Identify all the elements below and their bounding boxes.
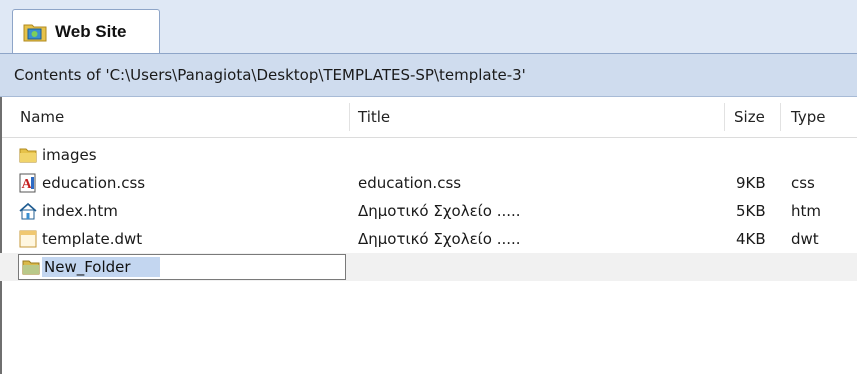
folder-path-text: Contents of 'C:\Users\Panagiota\Desktop\… [14,66,526,84]
column-header-size[interactable]: Size [734,97,765,137]
web-site-folder-icon [23,24,47,41]
file-size: 9KB [736,174,766,192]
folder-icon [22,260,40,275]
column-divider[interactable] [724,103,725,131]
file-row-template-dwt[interactable]: template.dwt Δημοτικό Σχολείο ..... 4KB … [0,225,857,253]
file-type: css [791,174,815,192]
rename-folder-input[interactable] [42,257,160,277]
tab-label: Web Site [55,21,127,41]
column-header-name[interactable]: Name [20,97,64,137]
file-name-cell: template.dwt [18,225,142,253]
column-divider[interactable] [349,103,350,131]
file-name-cell: A education.css [18,169,145,197]
file-size: 4KB [736,230,766,248]
file-size: 5KB [736,202,766,220]
column-header-row: Name Title Size Type [0,97,857,138]
tab-bar: Web Site [0,0,857,53]
file-name: template.dwt [42,230,143,248]
file-row-index-htm[interactable]: index.htm Δημοτικό Σχολείο ..... 5KB htm [0,197,857,225]
home-page-icon [19,202,37,220]
css-file-icon: A [19,173,36,193]
file-type: dwt [791,230,819,248]
file-name: index.htm [42,202,118,220]
svg-text:A: A [22,177,33,192]
column-header-type[interactable]: Type [791,97,825,137]
file-title: Δημοτικό Σχολείο ..... [358,202,521,220]
file-name: education.css [42,174,146,192]
folder-icon [19,148,37,163]
tab-web-site[interactable]: Web Site [12,9,160,53]
column-header-title[interactable]: Title [358,97,390,137]
file-title: education.css [358,174,462,192]
rename-box[interactable] [18,254,346,280]
file-row-education-css[interactable]: A education.css education.css 9KB css [0,169,857,197]
file-row-images[interactable]: images [0,141,857,169]
file-name-cell: index.htm [18,197,118,225]
folder-path-bar: Contents of 'C:\Users\Panagiota\Desktop\… [0,53,857,97]
file-type: htm [791,202,821,220]
column-divider[interactable] [780,103,781,131]
file-list: images A education.css education.css 9KB… [0,141,857,281]
file-row-new-folder[interactable] [0,253,857,281]
file-title: Δημοτικό Σχολείο ..... [358,230,521,248]
template-file-icon [19,230,37,248]
file-name: images [42,146,97,164]
file-name-cell: images [18,141,97,169]
